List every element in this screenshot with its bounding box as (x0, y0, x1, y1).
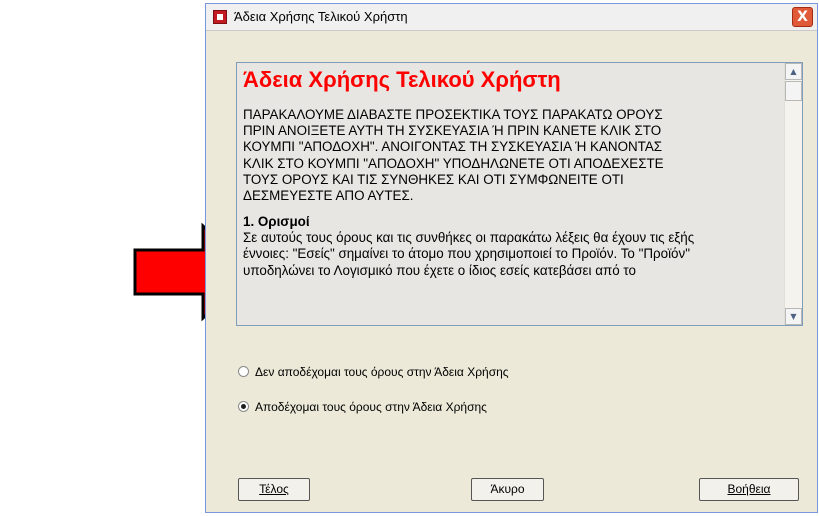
help-button-label: Βοήθεια (727, 482, 771, 496)
intro-line: ΠΡΙΝ ΑΝΟΙΞΕΤΕ ΑΥΤΗ ΤΗ ΣΥΣΚΕΥΑΣΙΑ Ή ΠΡΙΝ … (243, 123, 662, 139)
help-button[interactable]: Βοήθεια (699, 478, 799, 501)
scroll-down-button[interactable]: ▼ (785, 308, 802, 325)
close-button[interactable]: X (792, 7, 813, 27)
license-text-box[interactable]: Άδεια Χρήσης Τελικού Χρήστη ΠΑΡΑΚΑΛΟΥΜΕ … (236, 62, 803, 326)
finish-button-label: Τέλος (259, 482, 289, 496)
license-content: Άδεια Χρήσης Τελικού Χρήστη ΠΑΡΑΚΑΛΟΥΜΕ … (243, 67, 773, 279)
section-line: υποδηλώνει το Λογισμικό που έχετε ο ίδιο… (243, 262, 636, 278)
intro-line: ΚΛΙΚ ΣΤΟ ΚΟΥΜΠΙ "ΑΠΟΔΟΧΗ" ΥΠΟΔΗΛΩΝΕΤΕ ΟΤ… (243, 155, 664, 171)
finish-button[interactable]: Τέλος (238, 478, 310, 501)
intro-line: ΠΑΡΑΚΑΛΟΥΜΕ ΔΙΑΒΑΣΤΕ ΠΡΟΣΕΚΤΙΚΑ ΤΟΥΣ ΠΑΡ… (243, 107, 663, 122)
decline-label[interactable]: Δεν αποδέχομαι τους όρους στην Άδεια Χρή… (255, 365, 509, 379)
intro-line: ΔΕΣΜΕΥΕΣΤΕ ΑΠΟ ΑΥΤΕΣ. (243, 188, 414, 204)
section-title: 1. Ορισμοί (243, 214, 310, 230)
scroll-thumb[interactable] (785, 81, 802, 101)
section-body: Σε αυτούς τους όρους και τις συνθήκες οι… (243, 230, 773, 279)
intro-line: ΤΟΥΣ ΟΡΟΥΣ ΚΑΙ ΤΙΣ ΣΥΝΘΗΚΕΣ ΚΑΙ ΟΤΙ ΣΥΜΦ… (243, 171, 624, 187)
decline-radio[interactable] (238, 366, 249, 377)
scroll-up-button[interactable]: ▲ (785, 63, 802, 80)
cancel-button[interactable]: Άκυρο (471, 478, 544, 501)
license-dialog: Άδεια Χρήσης Τελικού Χρήστη X Άδεια Χρήσ… (205, 3, 818, 513)
app-icon (213, 10, 227, 24)
cancel-button-label: Άκυρο (490, 482, 525, 496)
license-heading: Άδεια Χρήσης Τελικού Χρήστη (243, 67, 561, 92)
accept-radio[interactable] (238, 401, 249, 412)
window-title: Άδεια Χρήσης Τελικού Χρήστη (234, 9, 408, 24)
section-line: έννοιες: "Εσείς" σημαίνει το άτομο που χ… (243, 246, 690, 262)
section-line: Σε αυτούς τους όρους και τις συνθήκες οι… (243, 230, 695, 246)
license-intro: ΠΑΡΑΚΑΛΟΥΜΕ ΔΙΑΒΑΣΤΕ ΠΡΟΣΕΚΤΙΚΑ ΤΟΥΣ ΠΑΡ… (243, 107, 773, 204)
title-bar: Άδεια Χρήσης Τελικού Χρήστη X (206, 4, 817, 31)
vertical-scrollbar[interactable]: ▲ ▼ (784, 63, 802, 325)
intro-line: ΚΟΥΜΠΙ "ΑΠΟΔΟΧΗ". ΑΝΟΙΓΟΝΤΑΣ ΤΗ ΣΥΣΚΕΥΑΣ… (243, 139, 663, 155)
accept-label[interactable]: Αποδέχομαι τους όρους στην Άδεια Χρήσης (255, 400, 487, 414)
